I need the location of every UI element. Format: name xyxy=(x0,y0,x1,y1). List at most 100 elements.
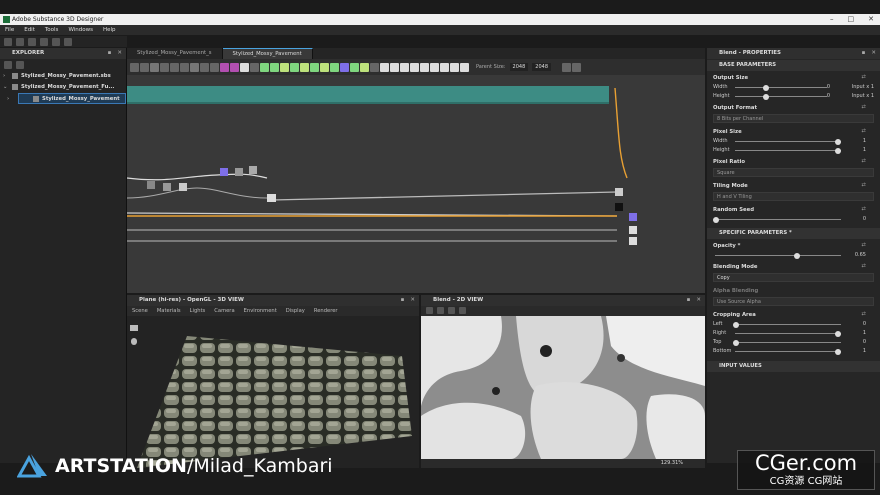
output-height-slider[interactable] xyxy=(735,96,827,97)
base-parameters-header[interactable]: BASE PARAMETERS xyxy=(707,60,880,71)
opacity-slider[interactable] xyxy=(715,255,841,256)
maximize-icon[interactable]: □ xyxy=(848,14,855,25)
graph-node xyxy=(615,188,623,196)
link-icon[interactable]: ⇄ xyxy=(862,242,866,248)
package-icon xyxy=(12,83,18,90)
close-icon[interactable]: ✕ xyxy=(410,295,415,306)
pixel-width-slider[interactable] xyxy=(735,141,841,142)
tiling-mode-label: Tiling Mode ⇄ xyxy=(713,182,866,189)
close-icon[interactable]: ✕ xyxy=(117,48,122,59)
chevron-right-icon[interactable]: › xyxy=(3,71,5,82)
save-all-icon[interactable] xyxy=(40,38,48,46)
link-icon[interactable]: ⇄ xyxy=(862,311,866,317)
link-icon[interactable]: ⇄ xyxy=(862,206,866,212)
pixel-size-label: Pixel Size ⇄ xyxy=(713,128,866,135)
artstation-logo-icon xyxy=(17,454,47,478)
link-icon[interactable]: ⇄ xyxy=(862,263,866,269)
menu-renderer[interactable]: Renderer xyxy=(314,306,338,316)
package-icon xyxy=(12,72,18,79)
slider-knob[interactable] xyxy=(763,84,769,91)
close-icon[interactable]: ✕ xyxy=(871,48,876,59)
close-icon[interactable]: ✕ xyxy=(696,295,701,306)
menu-help[interactable]: Help xyxy=(103,25,116,35)
slider-knob[interactable] xyxy=(835,147,841,154)
link-icon[interactable]: ⇄ xyxy=(862,182,866,188)
tiling-mode-select[interactable]: H and V Tiling xyxy=(713,192,874,201)
connection-line xyxy=(271,191,618,201)
slider-knob[interactable] xyxy=(713,216,719,223)
2d-view-toolbar xyxy=(421,306,705,316)
crop-left-slider[interactable] xyxy=(735,324,841,325)
graph-node xyxy=(615,203,623,211)
menu-camera[interactable]: Camera xyxy=(214,306,234,316)
graph-node xyxy=(267,194,276,202)
slider-knob[interactable] xyxy=(763,93,769,100)
graph-icon xyxy=(33,95,39,102)
slider-knob[interactable] xyxy=(733,321,739,328)
menu-windows[interactable]: Windows xyxy=(68,25,93,35)
fit-icon[interactable] xyxy=(426,307,433,314)
tree-item-package-2[interactable]: ⌄ Stylized_Mossy_Pavement_Fu... xyxy=(0,82,126,93)
redo-icon[interactable] xyxy=(64,38,72,46)
crop-top-slider[interactable] xyxy=(735,342,841,343)
random-seed-slider[interactable] xyxy=(715,219,841,220)
menu-display[interactable]: Display xyxy=(286,306,305,316)
tree-item-package[interactable]: › Stylized_Mossy_Pavement.sbs xyxy=(0,71,126,82)
new-package-icon[interactable] xyxy=(4,61,12,69)
channel-icon[interactable] xyxy=(459,307,466,314)
slider-knob[interactable] xyxy=(835,330,841,337)
filter-icon[interactable] xyxy=(16,61,24,69)
output-size-label: Output Size ⇄ xyxy=(713,74,866,81)
pixel-height-slider[interactable] xyxy=(735,150,841,151)
blending-mode-select[interactable]: Copy xyxy=(713,273,874,282)
open-icon[interactable] xyxy=(16,38,24,46)
link-icon[interactable]: ⇄ xyxy=(862,74,866,80)
minimize-icon[interactable]: – xyxy=(830,14,834,25)
pin-icon[interactable]: ▪ xyxy=(401,295,405,306)
stone-shape xyxy=(421,402,526,459)
3d-view-title: Plane (hi-res) - OpenGL - 3D VIEW xyxy=(139,297,244,303)
copy-icon[interactable] xyxy=(437,307,444,314)
crop-left-row: Left 0 xyxy=(713,321,866,328)
slider-knob[interactable] xyxy=(835,138,841,145)
properties-header: Blend - PROPERTIES ▪ ✕ xyxy=(707,48,880,59)
link-icon[interactable]: ⇄ xyxy=(862,104,866,110)
graph-node xyxy=(147,181,155,189)
specific-parameters-header[interactable]: SPECIFIC PARAMETERS * xyxy=(707,228,880,239)
menu-environment[interactable]: Environment xyxy=(244,306,277,316)
save-icon[interactable] xyxy=(28,38,36,46)
pin-icon[interactable]: ▪ xyxy=(687,295,691,306)
slider-knob[interactable] xyxy=(733,339,739,346)
save-icon[interactable] xyxy=(448,307,455,314)
graph-node xyxy=(629,226,637,234)
menu-file[interactable]: File xyxy=(5,25,14,35)
zoom-value[interactable]: 129.31% xyxy=(661,460,683,466)
slider-knob[interactable] xyxy=(793,252,800,259)
tree-item-graph[interactable]: › Stylized_Mossy_Pavement xyxy=(7,93,126,104)
menu-edit[interactable]: Edit xyxy=(24,25,35,35)
pin-icon[interactable]: ▪ xyxy=(862,48,866,59)
slider-knob[interactable] xyxy=(835,348,841,355)
link-icon[interactable]: ⇄ xyxy=(862,128,866,134)
crop-bottom-row: Bottom 1 xyxy=(713,348,866,355)
menu-lights[interactable]: Lights xyxy=(190,306,206,316)
graph-node xyxy=(179,183,187,191)
link-icon[interactable]: ⇄ xyxy=(862,158,866,164)
undo-icon[interactable] xyxy=(52,38,60,46)
output-format-select[interactable]: 8 Bits per Channel xyxy=(713,114,874,123)
chevron-down-icon[interactable]: ⌄ xyxy=(3,82,7,93)
crop-bottom-slider[interactable] xyxy=(735,351,841,352)
output-width-slider[interactable] xyxy=(735,87,827,88)
close-icon[interactable]: ✕ xyxy=(868,14,874,25)
connection-line xyxy=(127,187,268,199)
input-values-header[interactable]: INPUT VALUES xyxy=(707,361,880,372)
menu-tools[interactable]: Tools xyxy=(45,25,59,35)
pixel-ratio-select[interactable]: Square xyxy=(713,168,874,177)
menu-scene[interactable]: Scene xyxy=(132,306,148,316)
menu-materials[interactable]: Materials xyxy=(157,306,181,316)
pin-icon[interactable]: ▪ xyxy=(108,48,112,59)
chevron-right-icon[interactable]: › xyxy=(7,94,9,105)
crop-right-slider[interactable] xyxy=(735,333,841,334)
alpha-blending-select[interactable]: Use Source Alpha xyxy=(713,297,874,306)
new-icon[interactable] xyxy=(4,38,12,46)
